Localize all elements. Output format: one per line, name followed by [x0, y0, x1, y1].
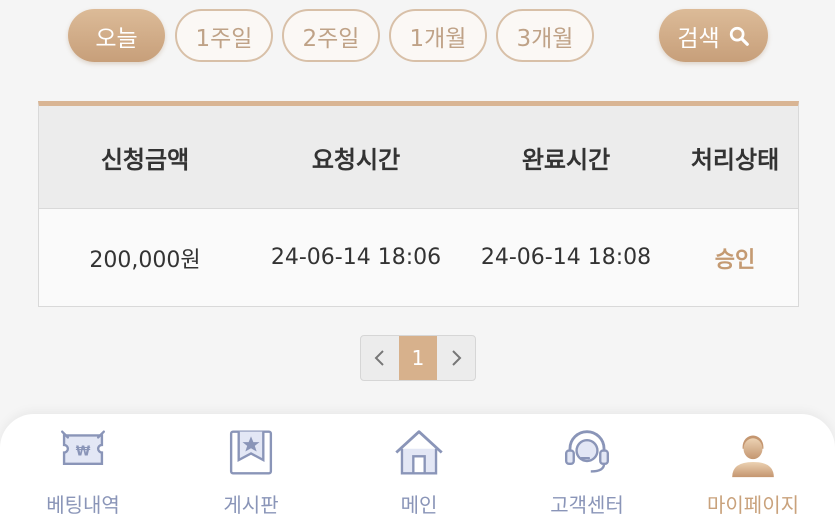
prev-page-button[interactable] — [361, 336, 399, 380]
nav-mypage[interactable]: 마이페이지 — [698, 414, 808, 518]
header-status: 처리상태 — [690, 145, 780, 174]
nav-board[interactable]: 게시판 — [198, 414, 304, 518]
chevron-left-icon — [374, 350, 384, 366]
cell-amount: 200,000원 — [89, 247, 201, 273]
search-button[interactable]: 검색 — [659, 9, 768, 62]
svg-text:₩: ₩ — [76, 444, 91, 459]
nav-betting-history[interactable]: ₩ 베팅내역 — [30, 414, 136, 518]
status-badge: 승인 — [714, 247, 756, 273]
nav-main[interactable]: 메인 — [366, 414, 472, 518]
home-icon — [395, 430, 443, 475]
nav-label: 고객센터 — [550, 493, 624, 517]
nav-customer-center[interactable]: 고객센터 — [534, 414, 640, 518]
nav-label: 베팅내역 — [46, 493, 120, 517]
search-button-label: 검색 — [677, 25, 720, 52]
bookmark-star-icon — [229, 430, 273, 475]
cell-request-time: 24-06-14 18:06 — [270, 245, 442, 270]
period-2week-button[interactable]: 2주일 — [282, 9, 380, 62]
header-amount: 신청금액 — [100, 145, 190, 174]
page-1-button[interactable]: 1 — [398, 336, 438, 380]
header-complete-time: 완료시간 — [521, 145, 611, 174]
cell-complete-time: 24-06-14 18:08 — [480, 245, 652, 270]
nav-label: 마이페이지 — [707, 493, 799, 517]
betting-ticket-icon: ₩ — [60, 430, 106, 466]
period-today-button[interactable]: 오늘 — [68, 9, 165, 62]
headset-icon — [564, 430, 610, 473]
period-3month-button[interactable]: 3개월 — [496, 9, 594, 62]
table-header: 신청금액 요청시간 완료시간 처리상태 — [39, 106, 798, 209]
period-1week-button[interactable]: 1주일 — [175, 9, 273, 62]
chevron-right-icon — [452, 350, 462, 366]
table-row: 200,000원 24-06-14 18:06 24-06-14 18:08 승… — [39, 209, 798, 306]
user-icon — [732, 435, 774, 478]
request-history-table: 신청금액 요청시간 완료시간 처리상태 200,000원 24-06-14 18… — [38, 101, 799, 307]
search-icon — [729, 26, 749, 46]
nav-label: 게시판 — [223, 493, 279, 517]
header-request-time: 요청시간 — [311, 145, 401, 174]
nav-label: 메인 — [400, 493, 438, 517]
pagination: 1 — [360, 335, 476, 381]
period-filter-bar: 오늘 1주일 2주일 1개월 3개월 검색 — [0, 0, 835, 80]
period-1month-button[interactable]: 1개월 — [389, 9, 487, 62]
next-page-button[interactable] — [437, 336, 475, 380]
bottom-navigation: ₩ 베팅내역 게시판 메인 고객센터 마이페이지 — [0, 414, 835, 518]
